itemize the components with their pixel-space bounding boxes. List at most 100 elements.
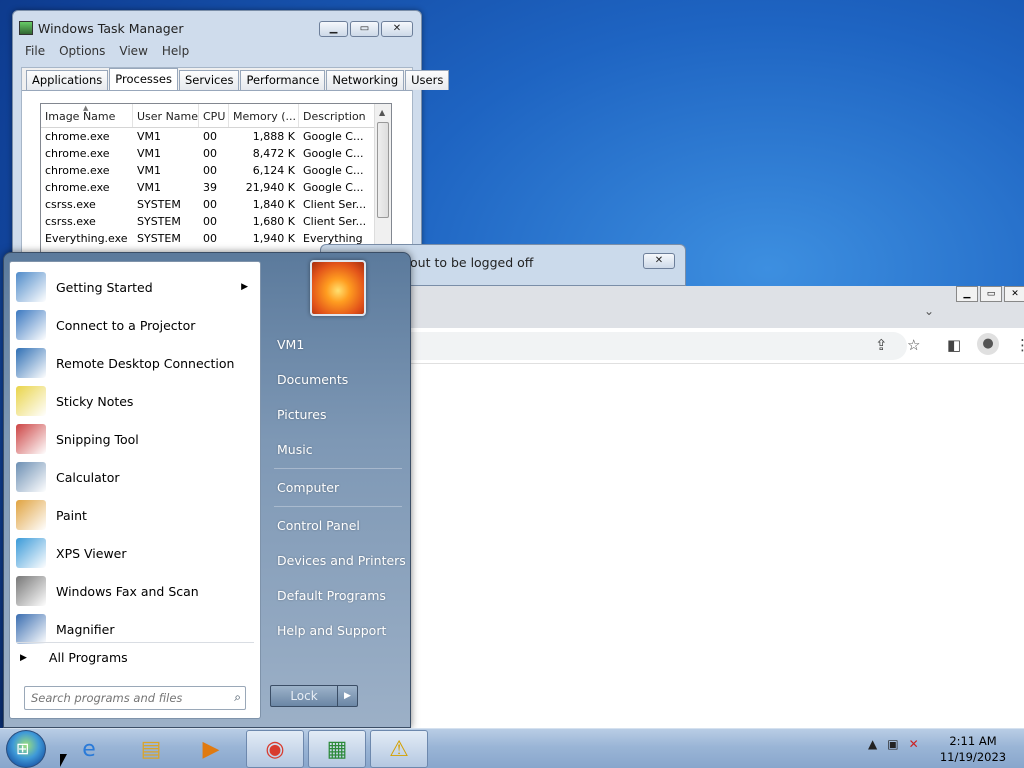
chrome-window[interactable]: ▁ ▭ ✕ ⌄ ⇪ ☆ ◧ ● ⋮ (406, 286, 1024, 728)
table-cell: 00 (203, 164, 217, 177)
tab-users[interactable]: Users (405, 70, 450, 90)
clock[interactable]: 2:11 AM 11/19/2023 (938, 733, 1008, 765)
xps-viewer-icon (16, 538, 46, 568)
menu-options[interactable]: Options (59, 42, 105, 62)
profile-avatar-icon[interactable]: ● (977, 333, 999, 355)
chrome-maximize-button[interactable]: ▭ (980, 286, 1002, 302)
mouse-cursor-icon (60, 754, 67, 767)
share-icon[interactable]: ⇪ (875, 336, 888, 354)
user-picture[interactable] (310, 260, 366, 316)
column-header[interactable]: Memory (... (229, 104, 299, 127)
tab-search-chevron-icon[interactable]: ⌄ (924, 304, 934, 318)
start-menu-item-label: Magnifier (56, 621, 115, 637)
bookmark-star-icon[interactable]: ☆ (907, 336, 920, 354)
volume-muted-icon[interactable]: ✕ (909, 737, 919, 751)
media-player-icon[interactable]: ▶ (182, 730, 240, 768)
show-hidden-icons-chevron-icon[interactable]: ▲ (868, 737, 877, 751)
table-row[interactable]: chrome.exe VM1 39 21,940 K Google C... (41, 179, 391, 196)
start-menu-place[interactable]: Help and Support (277, 623, 386, 638)
table-cell: VM1 (137, 164, 162, 177)
tab-performance[interactable]: Performance (240, 70, 326, 90)
tab-applications[interactable]: Applications (26, 70, 109, 90)
sort-ascending-icon: ▲ (83, 104, 89, 112)
menu-view[interactable]: View (119, 42, 147, 62)
start-menu-item[interactable]: Paint (10, 496, 260, 534)
table-cell: Google C... (303, 147, 364, 160)
start-menu-place[interactable]: Pictures (277, 407, 327, 422)
start-menu-item[interactable]: XPS Viewer (10, 534, 260, 572)
table-cell: 00 (203, 198, 217, 211)
table-row[interactable]: csrss.exe SYSTEM 00 1,840 K Client Ser... (41, 196, 391, 213)
tab-processes[interactable]: Processes (109, 68, 178, 92)
start-menu-place[interactable]: Control Panel (277, 518, 360, 533)
task-manager-taskbar-icon[interactable]: ▦ (308, 730, 366, 768)
start-menu-place[interactable]: Default Programs (277, 588, 386, 603)
table-row[interactable]: chrome.exe VM1 00 1,888 K Google C... (41, 128, 391, 145)
column-header[interactable]: ▲ Image Name (41, 104, 133, 127)
table-header: ▲ Image Name User Name CPU Memory (... De… (41, 104, 391, 128)
menu-help[interactable]: Help (162, 42, 189, 62)
search-input[interactable] (29, 688, 219, 708)
column-header[interactable]: Description (299, 104, 377, 127)
windows-logo-icon: ⊞ (16, 739, 30, 758)
start-menu-place[interactable]: Computer (277, 480, 339, 495)
network-icon[interactable]: ▣ (887, 737, 898, 751)
start-button[interactable]: ⊞ (6, 730, 46, 768)
chrome-toolbar: ⇪ ☆ ◧ ● ⋮ (407, 328, 1024, 364)
projector-icon (16, 310, 46, 340)
chrome-icon[interactable]: ◉ (246, 730, 304, 768)
fax-scan-icon (16, 576, 46, 606)
scroll-thumb[interactable] (377, 122, 389, 218)
chrome-menu-icon[interactable]: ⋮ (1015, 336, 1024, 354)
all-programs-button[interactable]: ▶ All Programs (20, 650, 128, 665)
explorer-icon[interactable]: ▤ (122, 730, 180, 768)
table-cell: csrss.exe (45, 215, 96, 228)
start-menu-place[interactable]: VM1 (277, 337, 304, 352)
column-header[interactable]: CPU (199, 104, 229, 127)
start-menu-place[interactable]: Documents (277, 372, 348, 387)
table-cell: Client Ser... (303, 198, 367, 211)
lock-button[interactable]: Lock (270, 685, 338, 707)
scroll-up-icon[interactable]: ▲ (379, 108, 385, 117)
internet-explorer-icon[interactable]: e (60, 730, 118, 768)
address-bar[interactable] (407, 332, 907, 360)
chrome-tabstrip: ▁ ▭ ✕ ⌄ (407, 286, 1024, 328)
start-menu-item[interactable]: Getting Started ▶ (10, 268, 260, 306)
table-row[interactable]: csrss.exe SYSTEM 00 1,680 K Client Ser... (41, 213, 391, 230)
table-cell: 1,840 K (252, 198, 295, 211)
tab-services[interactable]: Services (178, 70, 240, 90)
start-menu-place[interactable]: Devices and Printers (277, 553, 406, 568)
side-panel-icon[interactable]: ◧ (947, 336, 961, 354)
start-menu-item[interactable]: Snipping Tool (10, 420, 260, 458)
vertical-scrollbar[interactable]: ▲ (374, 104, 391, 262)
menu-file[interactable]: File (25, 42, 45, 62)
process-table[interactable]: ▲ Image Name User Name CPU Memory (... De… (40, 103, 392, 263)
start-menu-item[interactable]: Sticky Notes (10, 382, 260, 420)
chrome-close-button[interactable]: ✕ (1004, 286, 1024, 302)
table-row[interactable]: chrome.exe VM1 00 8,472 K Google C... (41, 145, 391, 162)
column-header[interactable]: User Name (133, 104, 199, 127)
close-button[interactable]: ✕ (381, 21, 413, 37)
dialog-close-button[interactable]: ✕ (643, 253, 675, 269)
warning-icon[interactable]: ⚠ (370, 730, 428, 768)
chrome-minimize-button[interactable]: ▁ (956, 286, 978, 302)
start-menu-item[interactable]: Windows Fax and Scan (10, 572, 260, 610)
start-menu-item-label: Snipping Tool (56, 431, 139, 447)
submenu-arrow-icon: ▶ (241, 282, 248, 292)
table-row[interactable]: chrome.exe VM1 00 6,124 K Google C... (41, 162, 391, 179)
search-icon[interactable]: ⌕ (234, 690, 241, 705)
start-menu-item[interactable]: Calculator (10, 458, 260, 496)
shutdown-options-arrow-icon[interactable]: ▶ (338, 685, 358, 707)
start-menu-item[interactable]: Remote Desktop Connection (10, 344, 260, 382)
start-menu-place[interactable]: Music (277, 442, 313, 457)
table-cell: SYSTEM (137, 232, 181, 245)
calculator-icon (16, 462, 46, 492)
clock-time: 2:11 AM (949, 734, 997, 748)
tab-networking[interactable]: Networking (326, 70, 405, 90)
table-cell: Everything.exe (45, 232, 128, 245)
start-menu-item-label: XPS Viewer (56, 545, 127, 561)
maximize-button[interactable]: ▭ (350, 21, 379, 37)
start-search-box[interactable]: ⌕ (24, 686, 246, 710)
start-menu-item[interactable]: Connect to a Projector (10, 306, 260, 344)
minimize-button[interactable]: ▁ (319, 21, 348, 37)
